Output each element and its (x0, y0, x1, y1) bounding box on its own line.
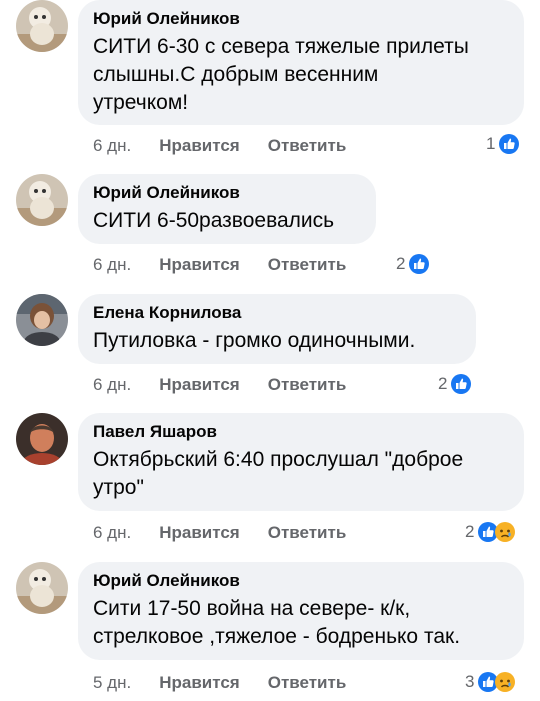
reaction-count: 3 (465, 672, 475, 691)
like-icon (499, 134, 520, 154)
comment-bubble: Юрий Олейников Сити 17-50 война на север… (78, 562, 524, 660)
reactions[interactable]: 3 (465, 669, 516, 695)
like-button[interactable]: Нравится (159, 255, 240, 275)
reply-button[interactable]: Ответить (268, 136, 347, 156)
avatar[interactable] (16, 174, 68, 226)
comment-bubble: Юрий Олейников СИТИ 6-50развоевались (78, 174, 376, 244)
comment-actions: 6 дн. Нравится Ответить (93, 372, 346, 398)
like-button[interactable]: Нравится (159, 136, 240, 156)
comment-actions: 6 дн. Нравится Ответить (93, 133, 346, 159)
comment-time[interactable]: 6 дн. (93, 523, 131, 543)
reply-button[interactable]: Ответить (268, 523, 347, 543)
comment-author[interactable]: Юрий Олейников (93, 571, 508, 591)
comment-text: СИТИ 6-50развоевались (93, 209, 335, 232)
like-icon (451, 374, 472, 394)
comment-bubble: Юрий Олейников СИТИ 6-30 с севера тяжелы… (78, 0, 524, 125)
reaction-count: 2 (438, 374, 448, 393)
reactions[interactable]: 2 (438, 371, 472, 397)
reactions[interactable]: 1 (486, 131, 520, 157)
reply-button[interactable]: Ответить (268, 375, 347, 395)
reply-button[interactable]: Ответить (268, 673, 347, 693)
comment-author[interactable]: Юрий Олейников (93, 183, 360, 203)
sad-icon (495, 522, 516, 542)
comment-author[interactable]: Павел Яшаров (93, 422, 508, 442)
comment-text: Сити 17-50 война на севере- к/к, стрелко… (93, 597, 461, 648)
comment-time[interactable]: 6 дн. (93, 375, 131, 395)
like-button[interactable]: Нравится (159, 523, 240, 543)
comment-time[interactable]: 5 дн. (93, 673, 131, 693)
avatar[interactable] (16, 294, 68, 346)
comment-actions: 6 дн. Нравится Ответить (93, 520, 346, 546)
comment-text: Октябрьский 6:40 прослушал "доброе утро" (93, 448, 464, 499)
comment-actions: 6 дн. Нравится Ответить (93, 252, 346, 278)
like-button[interactable]: Нравится (159, 375, 240, 395)
reaction-count: 2 (396, 254, 406, 273)
avatar[interactable] (16, 0, 68, 52)
comment-author[interactable]: Юрий Олейников (93, 9, 508, 29)
reply-button[interactable]: Ответить (268, 255, 347, 275)
sad-icon (495, 672, 516, 692)
like-button[interactable]: Нравится (159, 673, 240, 693)
like-icon (409, 254, 430, 274)
comment-time[interactable]: 6 дн. (93, 255, 131, 275)
reactions[interactable]: 2 (465, 519, 516, 545)
avatar[interactable] (16, 413, 68, 465)
reactions[interactable]: 2 (396, 251, 430, 277)
avatar[interactable] (16, 562, 68, 614)
reaction-count: 2 (465, 522, 475, 541)
comment-bubble: Павел Яшаров Октябрьский 6:40 прослушал … (78, 413, 524, 511)
comment-author[interactable]: Елена Корнилова (93, 303, 460, 323)
comment-bubble: Елена Корнилова Путиловка - громко одино… (78, 294, 476, 364)
reaction-count: 1 (486, 134, 496, 153)
comment-text: СИТИ 6-30 с севера тяжелые прилеты слышн… (93, 35, 469, 114)
comment-time[interactable]: 6 дн. (93, 136, 131, 156)
comment-actions: 5 дн. Нравится Ответить (93, 670, 346, 696)
comment-text: Путиловка - громко одиночными. (93, 329, 416, 352)
